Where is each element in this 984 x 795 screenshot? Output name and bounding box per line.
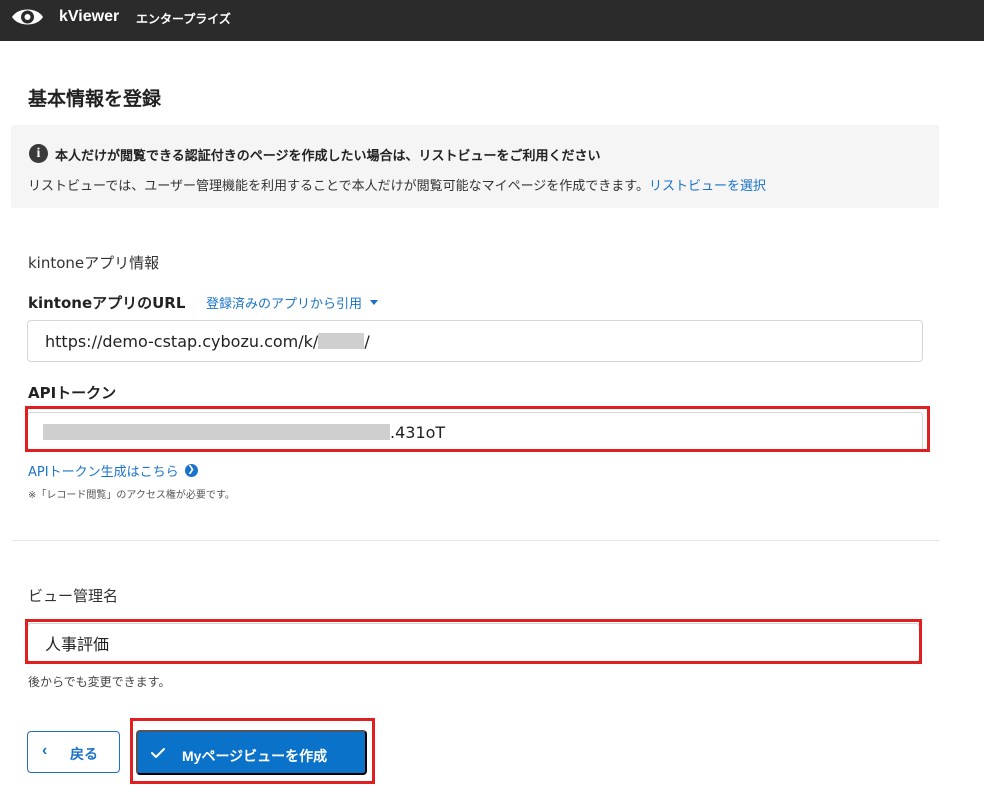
notice-title: 本人だけが閲覧できる認証付きのページを作成したい場合は、リストビューをご利用くだ… — [55, 149, 601, 164]
app-url-suffix: / — [364, 331, 370, 351]
chevron-left-icon: ‹ — [42, 742, 48, 759]
info-icon: i — [29, 144, 48, 163]
top-bar: kViewer エンタープライズ — [0, 0, 984, 41]
create-mypage-view-button[interactable]: Myページビューを作成 — [136, 730, 367, 775]
caret-down-icon — [370, 300, 379, 305]
notice-body-text: リストビューでは、ユーザー管理機能を利用することで本人だけが閲覧可能なマイページ… — [28, 179, 650, 194]
view-name-label: ビュー管理名 — [28, 587, 119, 605]
create-button-label: Myページビューを作成 — [182, 748, 328, 764]
check-icon — [151, 748, 165, 758]
notice-body: リストビューでは、ユーザー管理機能を利用することで本人だけが閲覧可能なマイページ… — [28, 175, 766, 194]
kintone-section-label: kintoneアプリ情報 — [28, 254, 160, 272]
eye-icon — [12, 9, 43, 25]
token-highlight-box — [25, 406, 930, 452]
view-highlight-box — [25, 619, 922, 664]
token-permission-note: ※「レコード閲覧」のアクセス権が必要です。 — [28, 490, 235, 501]
app-url-input[interactable]: https://demo-cstap.cybozu.com/k/ / — [27, 320, 923, 362]
page-title: 基本情報を登録 — [28, 88, 162, 110]
app-url-label: kintoneアプリのURL — [28, 294, 186, 312]
info-notice: i 本人だけが閲覧できる認証付きのページを作成したい場合は、リストビューをご利用… — [11, 125, 939, 208]
app-edition: エンタープライズ — [136, 12, 231, 26]
back-button[interactable]: ‹ 戻る — [27, 731, 120, 773]
back-button-label: 戻る — [70, 746, 98, 762]
api-token-label: APIトークン — [28, 384, 117, 402]
app-url-prefix: https://demo-cstap.cybozu.com/k/ — [45, 331, 319, 351]
section-divider — [11, 540, 939, 541]
redacted-app-id — [318, 333, 365, 349]
select-list-view-link[interactable]: リストビューを選択 — [649, 179, 766, 194]
app-name: kViewer — [59, 8, 120, 25]
registered-app-dropdown[interactable]: 登録済みのアプリから引用 — [206, 293, 379, 312]
arrow-circle-right-icon: ❯ — [184, 464, 198, 477]
registered-app-link-label: 登録済みのアプリから引用 — [206, 297, 363, 312]
generate-token-link[interactable]: APIトークン生成はこちら ❯ — [28, 461, 198, 480]
view-name-note: 後からでも変更できます。 — [28, 675, 171, 689]
generate-token-link-label: APIトークン生成はこちら — [28, 465, 179, 480]
